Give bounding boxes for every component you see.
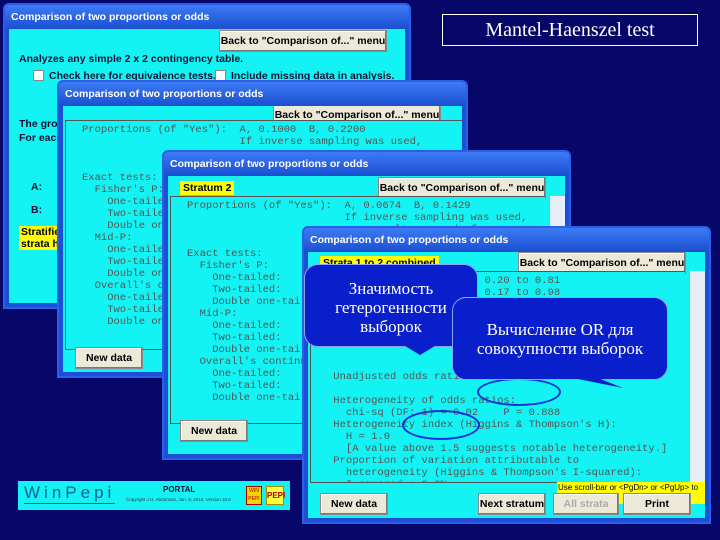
result-line: [A value above 1.5 suggests notable hete…	[327, 443, 668, 455]
all-strata-button: All strata	[553, 493, 619, 515]
callout-text: Вычисление OR для совокупности выборок	[476, 320, 644, 358]
highlight-h-threshold	[402, 410, 480, 440]
pepi-badge[interactable]: PEPI	[266, 486, 285, 505]
back-button[interactable]: Back to "Comparison of..." menu	[219, 30, 387, 52]
result-line: Heterogeneity index (Higgins & Thompson'…	[327, 419, 617, 431]
result-line: heterogeneity (Higgins & Thompson's I-sq…	[327, 467, 643, 479]
winpepi-badge[interactable]: WIN PEPI	[246, 486, 262, 505]
window-title: Comparison of two proportions or odds	[304, 228, 709, 252]
result-line: chi-sq (DF: 1) = 0.02 P = 0.888	[327, 407, 561, 419]
result-line: If inverse sampling was used,	[187, 212, 528, 224]
callout-pooled-or: Вычисление OR для совокупности выборок	[452, 297, 668, 388]
checkbox-icon[interactable]	[33, 70, 44, 81]
window-title: Comparison of two proportions or odds	[164, 152, 569, 176]
highlight-p-value	[477, 378, 561, 406]
stratum-label: Stratum 2	[180, 181, 235, 195]
result-line: Proportion of variation attributable to	[327, 455, 580, 467]
slide-title: Mantel-Haenszel test	[442, 14, 698, 46]
new-data-button[interactable]: New data	[320, 493, 388, 515]
winpepi-logo: WinPepi	[24, 483, 116, 504]
portal-label: PORTAL	[163, 485, 196, 494]
callout-text: Значимость гетерогенности выборок	[335, 279, 447, 336]
result-line: If inverse sampling was used,	[82, 136, 423, 148]
print-button[interactable]: Print	[623, 493, 691, 515]
window-title: Comparison of two proportions or odds	[5, 5, 409, 29]
copyright-text: Copyright J.H. Abramson, Jan. 9, 2010, V…	[126, 497, 231, 502]
winpepi-portal-bar: WinPepi PORTAL Copyright J.H. Abramson, …	[18, 481, 290, 510]
callout-tail	[400, 343, 440, 355]
callout-tail	[563, 376, 623, 388]
new-data-button[interactable]: New data	[180, 420, 248, 442]
row-a-label: A:	[31, 181, 43, 193]
intro-text: Analyzes any simple 2 x 2 contingency ta…	[19, 53, 244, 65]
result-line: Proportions (of "Yes"): A, 0.1000 B, 0.2…	[82, 124, 366, 136]
result-line: H = 1.0	[327, 431, 391, 443]
row-b-label: B:	[31, 204, 43, 216]
result-line: Proportions (of "Yes"): A, 0.0674 B, 0.1…	[187, 200, 471, 212]
new-data-button[interactable]: New data	[75, 347, 143, 369]
next-stratum-button[interactable]: Next stratum	[478, 493, 546, 515]
window-title: Comparison of two proportions or odds	[59, 82, 466, 106]
scrollbar[interactable]	[689, 271, 705, 483]
